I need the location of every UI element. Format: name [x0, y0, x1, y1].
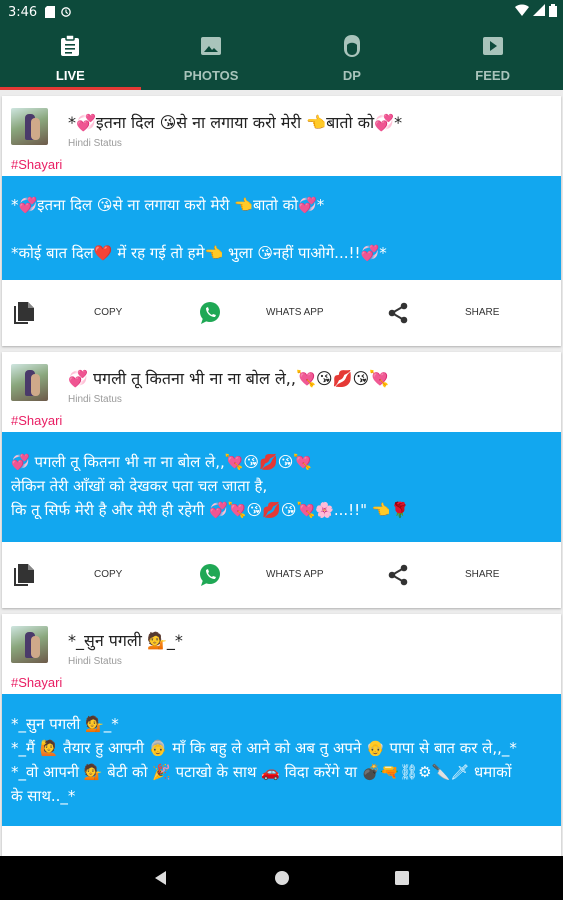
card-title: *_सुन पगली 💁_*: [68, 631, 183, 650]
whatsapp-icon[interactable]: [198, 301, 222, 325]
tab-label: PHOTOS: [183, 68, 239, 83]
play-icon: [481, 34, 505, 58]
status-line: 💞 पगली तू कितना भी ना ना बोल ले,,💘😘💋😘💘: [11, 453, 313, 471]
status-text[interactable]: *_सुन पगली 💁_* *_मैं 🙋 तैयार हु आपनी 👵 म…: [2, 694, 561, 826]
copy-button[interactable]: COPY: [94, 307, 122, 318]
status-bar: 3:46: [0, 0, 563, 24]
tab-feed[interactable]: FEED: [422, 24, 563, 90]
whatsapp-button[interactable]: WHATS APP: [266, 307, 324, 318]
tab-label: LIVE: [55, 68, 85, 83]
status-card: *_सुन पगली 💁_* Hindi Status #Shayari *_स…: [2, 614, 561, 856]
status-line: *कोई बात दिल❤️ में रह गई तो हमे👈 भुला 😘न…: [11, 244, 387, 262]
wifi-icon: [515, 4, 529, 20]
status-line: *_सुन पगली 💁_*: [11, 715, 119, 733]
card-subtitle: Hindi Status: [68, 138, 122, 149]
status-line: *💞इतना दिल 😘से ना लगाया करो मेरी 👈बातो क…: [11, 196, 325, 214]
share-button[interactable]: SHARE: [465, 307, 499, 318]
recents-icon[interactable]: [392, 868, 412, 888]
status-card: *💞इतना दिल 😘से ना लगाया करो मेरी 👈बातो क…: [2, 96, 561, 346]
card-title: 💞 पगली तू कितना भी ना ना बोल ले,,💘😘💋😘💘: [68, 369, 390, 388]
copy-icon[interactable]: [12, 301, 36, 325]
status-line: कि तू सिर्फ मेरी है और मेरी ही रहेगी 💞💘😘…: [11, 501, 410, 519]
status-line: [11, 217, 552, 241]
copy-icon[interactable]: [12, 563, 36, 587]
tab-bar: LIVE PHOTOS DP FEED: [0, 24, 563, 90]
share-button[interactable]: SHARE: [465, 569, 499, 580]
status-text[interactable]: *💞इतना दिल 😘से ना लगाया करो मेरी 👈बातो क…: [2, 176, 561, 280]
card-actions: COPY WHATS APP SHARE: [2, 542, 561, 608]
status-time: 3:46: [8, 4, 38, 20]
face-icon: [340, 34, 364, 58]
share-icon[interactable]: [386, 563, 410, 587]
status-line: के साथ.._*: [11, 787, 76, 805]
card-subtitle: Hindi Status: [68, 656, 122, 667]
status-text[interactable]: 💞 पगली तू कितना भी ना ना बोल ले,,💘😘💋😘💘 ल…: [2, 432, 561, 542]
navigation-bar: [0, 856, 563, 900]
tab-photos[interactable]: PHOTOS: [141, 24, 282, 90]
tab-live[interactable]: LIVE: [0, 24, 141, 90]
avatar: [11, 364, 48, 401]
status-line: लेकिन तेरी आँखों को देखकर पता चल जाता है…: [11, 477, 268, 495]
home-icon[interactable]: [272, 868, 292, 888]
whatsapp-icon[interactable]: [198, 563, 222, 587]
status-card: 💞 पगली तू कितना भी ना ना बोल ले,,💘😘💋😘💘 H…: [2, 352, 561, 608]
tab-label: FEED: [475, 68, 510, 83]
hashtag-link[interactable]: #Shayari: [11, 413, 62, 428]
avatar: [11, 108, 48, 145]
share-icon[interactable]: [386, 301, 410, 325]
battery-icon: [549, 3, 557, 21]
tab-dp[interactable]: DP: [282, 24, 423, 90]
avatar: [11, 626, 48, 663]
sync-icon: [61, 6, 72, 18]
sd-card-icon: [45, 6, 56, 18]
card-title: *💞इतना दिल 😘से ना लगाया करो मेरी 👈बातो क…: [68, 113, 403, 132]
tab-label: DP: [342, 68, 361, 83]
status-line: *_वो आपनी 💁 बेटी को 🎉 पटाखो के साथ 🚗 विद…: [11, 763, 512, 781]
whatsapp-button[interactable]: WHATS APP: [266, 569, 324, 580]
signal-icon: [533, 4, 545, 20]
card-subtitle: Hindi Status: [68, 394, 122, 405]
hashtag-link[interactable]: #Shayari: [11, 675, 62, 690]
image-icon: [199, 34, 223, 58]
copy-button[interactable]: COPY: [94, 569, 122, 580]
card-actions: COPY WHATS APP SHARE: [2, 280, 561, 346]
hashtag-link[interactable]: #Shayari: [11, 157, 62, 172]
status-feed[interactable]: *💞इतना दिल 😘से ना लगाया करो मेरी 👈बातो क…: [0, 90, 563, 856]
clipboard-icon: [58, 34, 82, 58]
back-icon[interactable]: [152, 868, 172, 888]
status-line: *_मैं 🙋 तैयार हु आपनी 👵 माँ कि बहु ले आन…: [11, 739, 517, 757]
